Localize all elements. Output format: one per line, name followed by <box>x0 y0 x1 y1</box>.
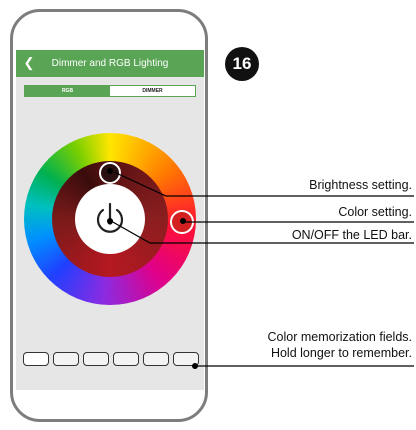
brightness-callout: Brightness setting. <box>309 178 412 192</box>
app-screen: ❮ Dimmer and RGB Lighting RGB DIMMER <box>16 50 204 390</box>
app-bar: ❮ Dimmer and RGB Lighting <box>16 50 204 77</box>
memory-slot-1[interactable] <box>23 352 49 366</box>
step-badge: 16 <box>225 47 259 81</box>
memory-slot-5[interactable] <box>143 352 169 366</box>
mode-tabs: RGB DIMMER <box>24 85 196 97</box>
power-icon <box>96 202 124 233</box>
brightness-knob[interactable] <box>99 162 121 184</box>
color-memory-fields <box>23 352 199 366</box>
memory-slot-3[interactable] <box>83 352 109 366</box>
memory-slot-2[interactable] <box>53 352 79 366</box>
onoff-callout: ON/OFF the LED bar. <box>291 228 412 242</box>
tab-rgb[interactable]: RGB <box>25 86 110 96</box>
color-selector-knob[interactable] <box>170 210 194 234</box>
color-callout: Color setting. <box>338 205 412 219</box>
tab-dimmer[interactable]: DIMMER <box>110 86 195 96</box>
memory-callout-line2: Hold longer to remember. <box>270 346 412 360</box>
memory-slot-4[interactable] <box>113 352 139 366</box>
memory-callout-line1: Color memorization fields. <box>267 330 413 344</box>
page-title: Dimmer and RGB Lighting <box>51 58 169 69</box>
memory-slot-6[interactable] <box>173 352 199 366</box>
power-center[interactable] <box>75 184 145 254</box>
